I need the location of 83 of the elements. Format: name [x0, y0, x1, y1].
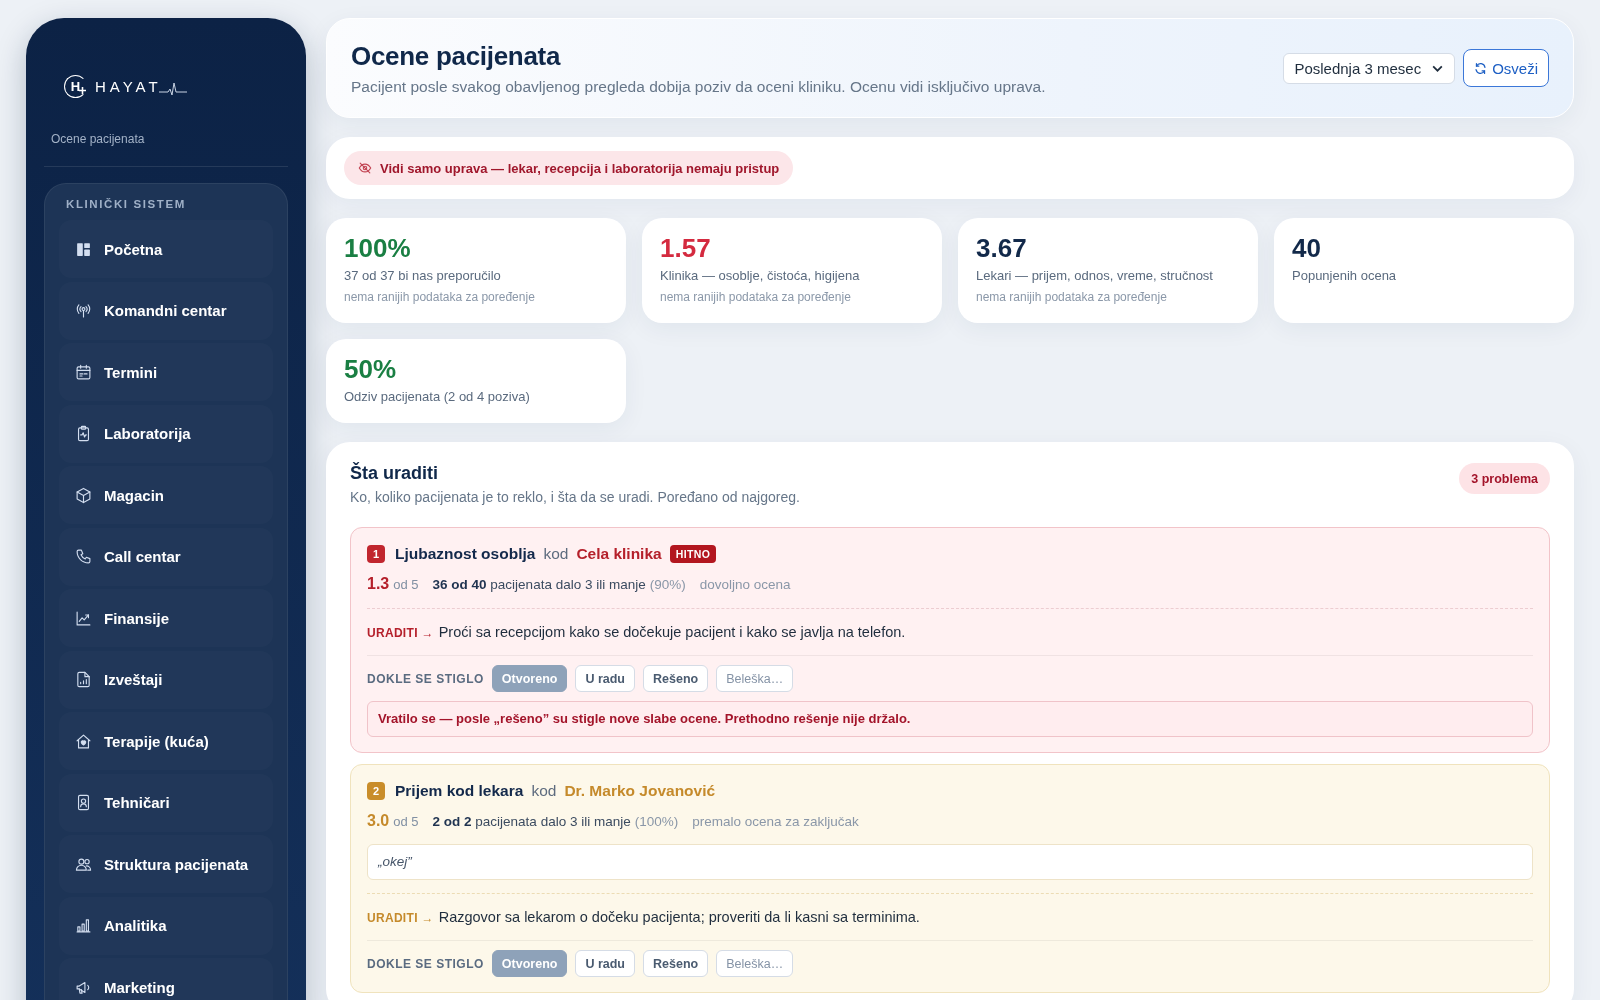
score-value: 3.0 — [367, 812, 390, 830]
target-name: Cela klinika — [576, 545, 662, 563]
action-label: URADITI → — [367, 625, 434, 642]
refresh-icon — [1474, 61, 1488, 75]
nav-section-title: KLINIČKI SISTEM — [65, 197, 187, 212]
refresh-button[interactable]: Osveži — [1463, 49, 1549, 87]
share-text: (100%) — [634, 814, 679, 829]
score-scale: od 5 — [393, 814, 419, 829]
period-select[interactable]: Poslednja 3 mesec — [1283, 52, 1456, 84]
clipboard-icon — [75, 425, 92, 442]
stat-note: nema ranijih podataka za poređenje — [976, 290, 1168, 305]
logo-text: HAYAT — [95, 77, 162, 95]
alert-message: Vratilo se — posle „rešeno” su stigle nove slabe ocene. Prethodno rešenje nije držalo. — [367, 701, 1533, 737]
confidence-text: dovoljno ocena — [699, 577, 791, 592]
summary-text: 36 od 40 pacijenata dalo 3 ili manje — [432, 577, 646, 592]
calendar-icon — [75, 363, 92, 381]
stat-label: 37 od 37 bi nas preporučilo — [344, 268, 502, 284]
nav-item[interactable]: Call centar — [59, 527, 273, 586]
issue-title: Ljubaznost osoblja — [395, 545, 536, 563]
nav-item[interactable]: Magacin — [59, 466, 273, 524]
action-label: URADITI → — [367, 910, 434, 927]
progress-label: DOKLE SE STIGLO — [367, 671, 484, 686]
section-title: Šta uraditi — [350, 462, 439, 484]
broadcast-icon — [75, 302, 92, 319]
status-button[interactable]: U radu — [575, 950, 635, 977]
nav-item[interactable]: Početna — [59, 220, 273, 278]
stat-note: nema ranijih podataka za poređenje — [660, 290, 852, 305]
connector-text: kod — [543, 545, 569, 563]
connector-text: kod — [531, 782, 557, 800]
score-scale: od 5 — [393, 577, 419, 592]
house-icon — [75, 732, 92, 750]
plus-icon — [79, 87, 86, 94]
stat-label: Odziv pacijenata (2 od 4 poziva) — [344, 389, 531, 405]
nav-item[interactable]: Finansije — [59, 589, 273, 647]
stat-value: 3.67 — [976, 233, 1028, 263]
stat-label: Klinika — osoblje, čistoća, higijena — [660, 268, 861, 284]
score-value: 1.3 — [367, 575, 390, 593]
status-button[interactable]: Rešeno — [643, 950, 709, 977]
summary-text: 2 od 2 pacijenata dalo 3 ili manje — [432, 814, 631, 829]
urgency-tag: HITNO — [669, 545, 717, 563]
document-chart-icon — [75, 671, 92, 688]
stat-label: Popunjenih ocena — [1292, 268, 1398, 284]
dashboard-icon — [75, 240, 92, 258]
status-button[interactable]: Rešeno — [643, 665, 709, 692]
nav-item[interactable]: Marketing — [59, 958, 273, 1000]
stat-note: nema ranijih podataka za poređenje — [344, 290, 536, 305]
stat-value: 1.57 — [660, 233, 712, 263]
page-title: Ocene pacijenata — [351, 40, 562, 71]
share-text: (90%) — [649, 577, 686, 592]
section-subtitle: Ko, koliko pacijenata je to reklo, i šta da se uradi. Poređano od najgoreg. — [350, 488, 800, 506]
sidebar-page-label: Ocene pacijenata — [51, 131, 146, 147]
progress-label: DOKLE SE STIGLO — [367, 956, 484, 971]
action-text: Razgovor sa lekarom o dočeku pacijenta; proveriti da li kasni sa terminima. — [438, 908, 920, 927]
box-icon — [75, 486, 92, 504]
target-name: Dr. Marko Jovanović — [564, 782, 716, 800]
issue-number-badge: 2 — [367, 782, 385, 800]
nav-item[interactable]: Komandni centar — [59, 281, 273, 340]
nav-item[interactable]: Laboratorija — [59, 404, 273, 463]
access-notice-text: Vidi samo uprava — lekar, recepcija i laboratorija nemaju pristup — [380, 160, 780, 176]
nav-item[interactable]: Tehničari — [59, 773, 273, 832]
stat-label: Lekari — prijem, odnos, vreme, stručnost — [976, 268, 1214, 284]
nav-item[interactable]: Termini — [59, 343, 273, 401]
problem-count-badge: 3 problema — [1459, 463, 1550, 494]
stat-value: 50% — [344, 354, 398, 384]
confidence-text: premalo ocena za zaključak — [692, 814, 859, 829]
line-chart-icon — [75, 609, 92, 627]
stat-value: 40 — [1292, 233, 1322, 263]
page-subtitle: Pacijent posle svakog obavljenog pregleda dobija poziv da oceni kliniku. Ocenu vidi isključivo uprava. — [351, 76, 1046, 96]
status-button[interactable]: U radu — [575, 665, 635, 692]
heartbeat-line-icon — [158, 83, 187, 95]
stat-value: 100% — [344, 233, 412, 263]
nav-item[interactable]: Terapije (kuća) — [59, 712, 273, 770]
issue-title: Prijem kod lekara — [395, 782, 524, 800]
phone-icon — [75, 548, 92, 565]
bar-chart-icon — [75, 917, 92, 934]
nav-item[interactable]: Struktura pacijenata — [59, 835, 273, 893]
nav-item[interactable]: Analitika — [59, 896, 273, 955]
id-badge-icon — [75, 794, 92, 811]
eye-slash-icon — [358, 161, 372, 175]
issue-number-badge: 1 — [367, 545, 385, 563]
action-text: Proći sa recepcijom kako se dočekuje pacijent i kako se javlja na telefon. — [438, 623, 906, 642]
nav-item[interactable]: Izveštaji — [59, 650, 273, 709]
patient-quote: „okej” — [367, 844, 1533, 880]
